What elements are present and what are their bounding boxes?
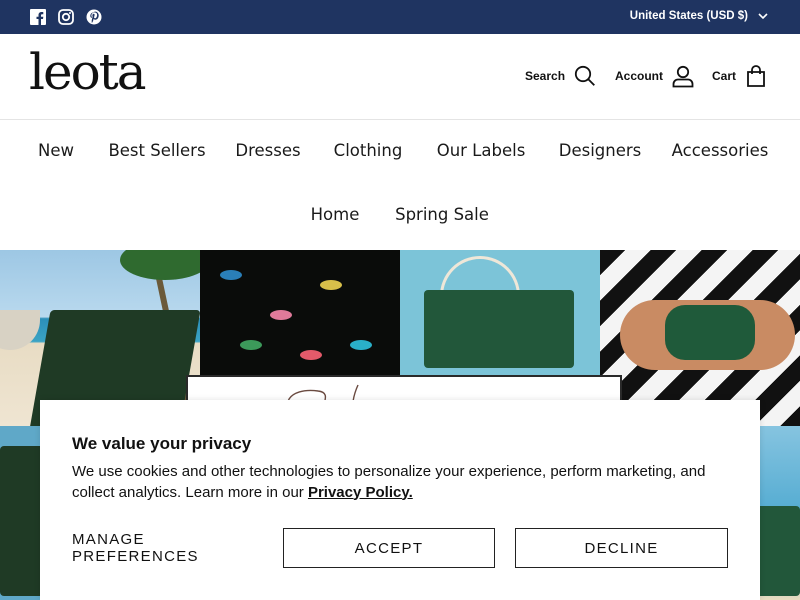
nav-item-best-sellers[interactable]: Best Sellers xyxy=(108,141,205,160)
main-navigation: New Best Sellers Dresses Clothing Our La… xyxy=(0,120,800,250)
nav-item-spring-sale[interactable]: Spring Sale xyxy=(395,205,489,224)
pinterest-icon[interactable] xyxy=(86,9,102,25)
currency-label: United States (USD $) xyxy=(629,10,748,22)
cart-label: Cart xyxy=(712,69,737,83)
decline-button[interactable]: DECLINE xyxy=(515,528,728,568)
site-header: leota Search Account Cart xyxy=(0,34,800,120)
pattern-shape xyxy=(300,350,322,360)
pattern-shape xyxy=(320,280,342,290)
hero-photo-bird-print xyxy=(200,250,400,376)
swimsuit-shape xyxy=(665,305,755,360)
account-label: Account xyxy=(615,69,663,83)
nav-item-designers[interactable]: Designers xyxy=(559,141,642,160)
currency-selector[interactable]: United States (USD $) xyxy=(630,10,768,22)
search-label: Search xyxy=(525,69,566,83)
search-icon xyxy=(574,65,595,86)
nav-item-our-labels[interactable]: Our Labels xyxy=(437,141,526,160)
pattern-shape xyxy=(270,310,292,320)
manage-preferences-button[interactable]: MANAGE PREFERENCES xyxy=(72,528,262,568)
nav-item-home[interactable]: Home xyxy=(311,205,360,224)
account-button[interactable]: Account xyxy=(615,64,694,88)
facebook-icon[interactable] xyxy=(30,9,46,25)
nav-item-dresses[interactable]: Dresses xyxy=(235,141,300,160)
palm-leaf-shape xyxy=(120,250,200,280)
search-button[interactable]: Search xyxy=(525,64,596,88)
nav-item-clothing[interactable]: Clothing xyxy=(334,141,403,160)
privacy-policy-link[interactable]: Privacy Policy. xyxy=(308,484,413,501)
bag-shape xyxy=(424,290,574,368)
cart-button[interactable]: Cart xyxy=(712,64,767,88)
boat-shape xyxy=(0,310,40,350)
pattern-shape xyxy=(350,340,372,350)
accept-button[interactable]: ACCEPT xyxy=(283,528,495,568)
nav-item-accessories[interactable]: Accessories xyxy=(672,141,769,160)
user-icon xyxy=(672,65,694,88)
cookie-description: We use cookies and other technologies to… xyxy=(72,462,732,503)
shopping-bag-icon xyxy=(747,65,765,87)
chevron-down-icon xyxy=(758,13,768,20)
pattern-shape xyxy=(220,270,242,280)
site-logo[interactable]: leota xyxy=(29,42,147,102)
pattern-shape xyxy=(240,340,262,350)
announcement-bar: United States (USD $) xyxy=(0,0,800,34)
cookie-consent-banner: We value your privacy We use cookies and… xyxy=(40,400,760,600)
cookie-title: We value your privacy xyxy=(72,434,252,453)
nav-item-new[interactable]: New xyxy=(38,141,74,160)
instagram-icon[interactable] xyxy=(58,9,74,25)
hero-photo-tote-bag xyxy=(400,250,600,376)
